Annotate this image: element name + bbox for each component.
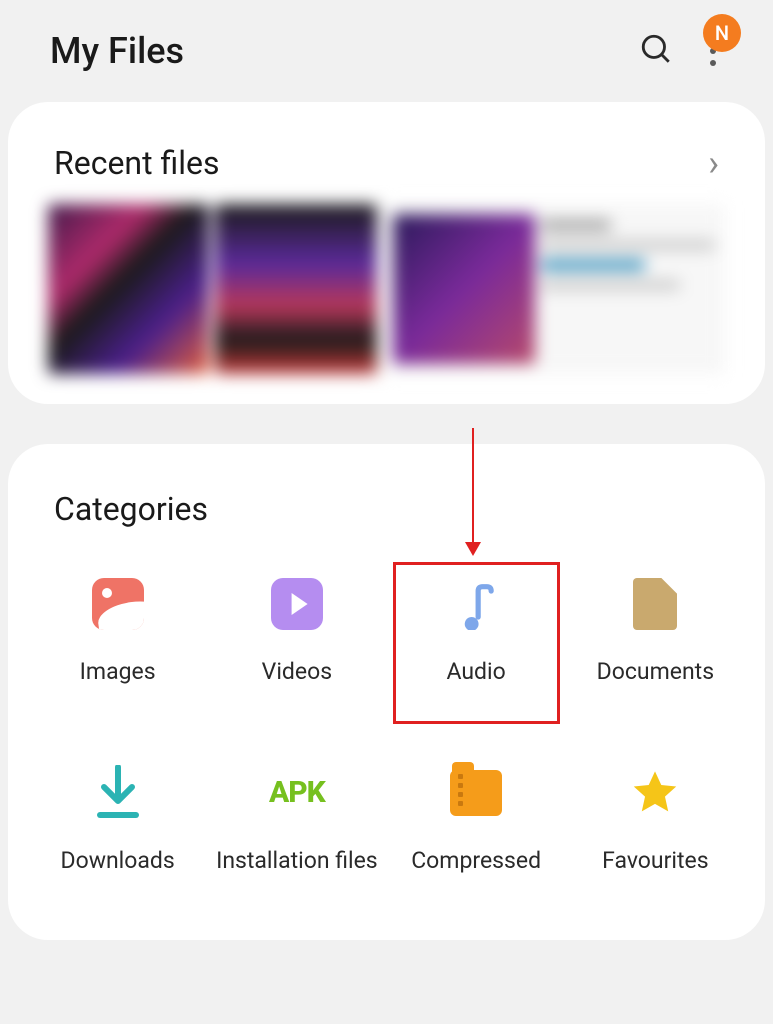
- annotation-highlight: [393, 562, 560, 724]
- category-downloads[interactable]: Downloads: [28, 757, 207, 886]
- page-title: My Files: [50, 30, 184, 72]
- videos-icon: [271, 578, 323, 630]
- images-icon: [92, 578, 144, 630]
- category-label: Documents: [597, 658, 714, 687]
- category-favourites[interactable]: Favourites: [566, 757, 745, 886]
- category-audio[interactable]: Audio: [387, 568, 566, 697]
- downloads-icon: [92, 767, 144, 819]
- search-icon: [639, 32, 673, 66]
- chevron-right-icon: ›: [708, 142, 719, 184]
- compressed-icon: [450, 767, 502, 819]
- recent-thumbnail[interactable]: [383, 204, 726, 374]
- recent-files-header[interactable]: Recent files ›: [8, 132, 765, 204]
- category-label: Images: [80, 658, 156, 687]
- categories-title: Categories: [8, 474, 765, 568]
- category-label: Installation files: [216, 847, 378, 876]
- category-label: Videos: [262, 658, 332, 687]
- search-button[interactable]: [639, 32, 673, 70]
- categories-grid: Images Videos Audio Documents: [8, 568, 765, 910]
- category-documents[interactable]: Documents: [566, 568, 745, 697]
- recent-files-thumbnails[interactable]: [8, 204, 765, 374]
- recent-files-card: Recent files ›: [8, 102, 765, 404]
- avatar[interactable]: N: [703, 14, 741, 52]
- category-label: Compressed: [411, 847, 541, 876]
- category-images[interactable]: Images: [28, 568, 207, 697]
- recent-thumbnail[interactable]: [215, 204, 376, 374]
- header: My Files N: [0, 0, 773, 102]
- recent-files-title: Recent files: [54, 144, 219, 182]
- category-label: Favourites: [602, 847, 708, 876]
- header-actions: N: [639, 32, 723, 70]
- recent-thumbnail[interactable]: [48, 204, 209, 374]
- apk-icon: APK: [271, 767, 323, 819]
- documents-icon: [629, 578, 681, 630]
- category-label: Downloads: [60, 847, 174, 876]
- category-installation-files[interactable]: APK Installation files: [207, 757, 386, 886]
- categories-card: Categories Images Videos Audio Documents: [8, 444, 765, 940]
- category-videos[interactable]: Videos: [207, 568, 386, 697]
- category-compressed[interactable]: Compressed: [387, 757, 566, 886]
- favourites-icon: [629, 767, 681, 819]
